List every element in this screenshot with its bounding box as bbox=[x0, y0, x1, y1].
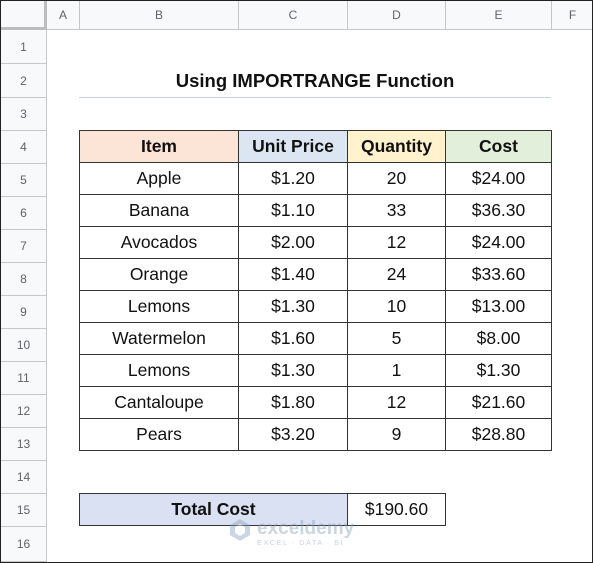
watermark-tagline: EXCEL · DATA · BI bbox=[257, 537, 345, 547]
header-cost[interactable]: Cost bbox=[445, 130, 552, 163]
table-row: Watermelon $1.60 5 $8.00 bbox=[79, 322, 552, 355]
row-header-13[interactable]: 13 bbox=[1, 428, 47, 461]
cell-quantity[interactable]: 12 bbox=[347, 386, 446, 419]
column-header-a[interactable]: A bbox=[47, 1, 80, 30]
column-header-d[interactable]: D bbox=[348, 1, 446, 30]
row-header-14[interactable]: 14 bbox=[1, 461, 47, 494]
cell-item[interactable]: Watermelon bbox=[79, 322, 239, 355]
column-header-b[interactable]: B bbox=[80, 1, 239, 30]
cell-unit-price[interactable]: $1.20 bbox=[238, 162, 348, 195]
column-header-c[interactable]: C bbox=[239, 1, 348, 30]
row-header-5[interactable]: 5 bbox=[1, 164, 47, 197]
cell-unit-price[interactable]: $1.30 bbox=[238, 354, 348, 387]
row-header-8[interactable]: 8 bbox=[1, 263, 47, 296]
cell-item[interactable]: Pears bbox=[79, 418, 239, 451]
row-header-12[interactable]: 12 bbox=[1, 395, 47, 428]
total-cost-value[interactable]: $190.60 bbox=[347, 493, 446, 526]
exceldemy-logo-icon bbox=[227, 517, 253, 548]
cell-item[interactable]: Banana bbox=[79, 194, 239, 227]
cell-cost[interactable]: $33.60 bbox=[445, 258, 552, 291]
header-quantity[interactable]: Quantity bbox=[347, 130, 446, 163]
row-header-7[interactable]: 7 bbox=[1, 230, 47, 263]
column-header-e[interactable]: E bbox=[446, 1, 552, 30]
cell-item[interactable]: Apple bbox=[79, 162, 239, 195]
cell-cost[interactable]: $21.60 bbox=[445, 386, 552, 419]
table-row: Avocados $2.00 12 $24.00 bbox=[79, 226, 552, 259]
row-header-16[interactable]: 16 bbox=[1, 527, 47, 562]
cell-item[interactable]: Orange bbox=[79, 258, 239, 291]
cell-quantity[interactable]: 12 bbox=[347, 226, 446, 259]
row-header-3[interactable]: 3 bbox=[1, 98, 47, 131]
cell-unit-price[interactable]: $1.60 bbox=[238, 322, 348, 355]
cell-item[interactable]: Avocados bbox=[79, 226, 239, 259]
table-row: Lemons $1.30 1 $1.30 bbox=[79, 354, 552, 387]
sheet-title: Using IMPORTRANGE Function bbox=[79, 65, 551, 98]
header-unit-price[interactable]: Unit Price bbox=[238, 130, 348, 163]
cell-cost[interactable]: $28.80 bbox=[445, 418, 552, 451]
row-header-11[interactable]: 11 bbox=[1, 362, 47, 395]
row-header-15[interactable]: 15 bbox=[1, 494, 47, 527]
cell-item[interactable]: Lemons bbox=[79, 354, 239, 387]
cell-unit-price[interactable]: $1.30 bbox=[238, 290, 348, 323]
cell-item[interactable]: Cantaloupe bbox=[79, 386, 239, 419]
row-header-6[interactable]: 6 bbox=[1, 197, 47, 230]
cell-quantity[interactable]: 33 bbox=[347, 194, 446, 227]
row-header-10[interactable]: 10 bbox=[1, 329, 47, 362]
cell-unit-price[interactable]: $3.20 bbox=[238, 418, 348, 451]
cell-unit-price[interactable]: $1.10 bbox=[238, 194, 348, 227]
cell-unit-price[interactable]: $2.00 bbox=[238, 226, 348, 259]
select-all-corner[interactable] bbox=[1, 1, 47, 30]
table-header-row: Item Unit Price Quantity Cost bbox=[79, 130, 552, 163]
row-header-1[interactable]: 1 bbox=[1, 30, 47, 64]
table-row: Apple $1.20 20 $24.00 bbox=[79, 162, 552, 195]
cell-cost[interactable]: $24.00 bbox=[445, 162, 552, 195]
cell-quantity[interactable]: 5 bbox=[347, 322, 446, 355]
cell-unit-price[interactable]: $1.40 bbox=[238, 258, 348, 291]
cell-cost[interactable]: $24.00 bbox=[445, 226, 552, 259]
table-row: Pears $3.20 9 $28.80 bbox=[79, 418, 552, 451]
table-row: Lemons $1.30 10 $13.00 bbox=[79, 290, 552, 323]
table-row: Banana $1.10 33 $36.30 bbox=[79, 194, 552, 227]
cell-cost[interactable]: $1.30 bbox=[445, 354, 552, 387]
header-item[interactable]: Item bbox=[79, 130, 239, 163]
cell-quantity[interactable]: 20 bbox=[347, 162, 446, 195]
cell-quantity[interactable]: 9 bbox=[347, 418, 446, 451]
fruit-cost-table: Item Unit Price Quantity Cost Apple $1.2… bbox=[79, 130, 552, 451]
table-row: Orange $1.40 24 $33.60 bbox=[79, 258, 552, 291]
table-row: Cantaloupe $1.80 12 $21.60 bbox=[79, 386, 552, 419]
cell-cost[interactable]: $8.00 bbox=[445, 322, 552, 355]
row-header-2[interactable]: 2 bbox=[1, 64, 47, 98]
cell-quantity[interactable]: 24 bbox=[347, 258, 446, 291]
cell-quantity[interactable]: 10 bbox=[347, 290, 446, 323]
column-header-f[interactable]: F bbox=[552, 1, 592, 30]
cell-quantity[interactable]: 1 bbox=[347, 354, 446, 387]
watermark-name: exceldemy bbox=[257, 517, 355, 539]
row-header-4[interactable]: 4 bbox=[1, 131, 47, 164]
row-header-9[interactable]: 9 bbox=[1, 296, 47, 329]
cell-cost[interactable]: $13.00 bbox=[445, 290, 552, 323]
cell-item[interactable]: Lemons bbox=[79, 290, 239, 323]
exceldemy-watermark: exceldemy EXCEL · DATA · BI bbox=[227, 517, 354, 548]
spreadsheet-grid: A B C D E F 1 2 3 4 5 6 7 8 9 10 11 12 1… bbox=[0, 0, 593, 563]
cell-unit-price[interactable]: $1.80 bbox=[238, 386, 348, 419]
cell-cost[interactable]: $36.30 bbox=[445, 194, 552, 227]
